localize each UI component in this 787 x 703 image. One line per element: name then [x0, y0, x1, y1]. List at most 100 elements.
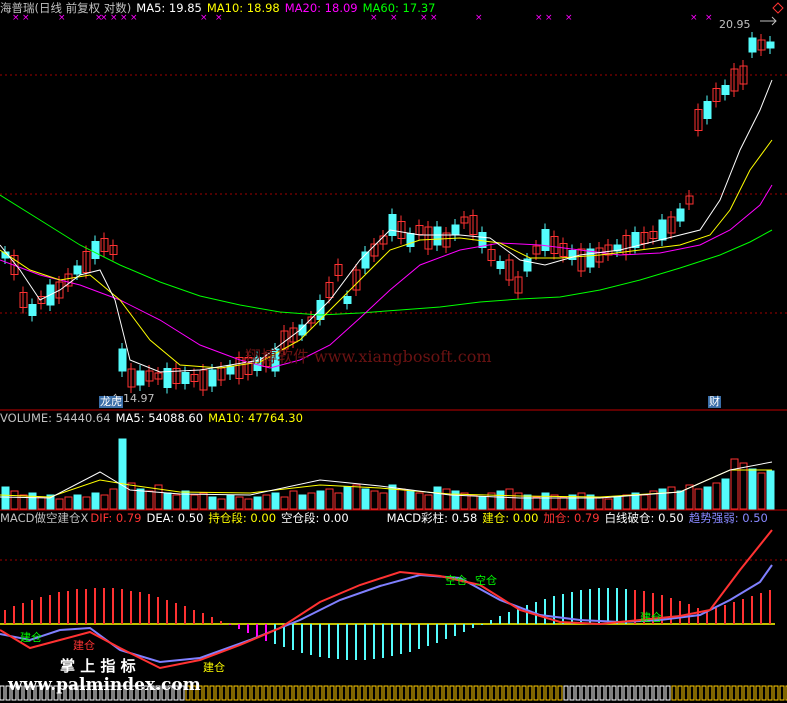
signal-strip-tick: [665, 685, 671, 701]
macd-bar: [400, 624, 402, 654]
watermark-palmindex-url: www.palmindex.com: [8, 675, 201, 695]
candle-body: [541, 229, 550, 251]
signal-strip-tick: [677, 685, 683, 701]
dea-value: DEA: 0.50: [146, 511, 204, 525]
candle-body: [73, 265, 82, 275]
signal-strip-tick: [251, 685, 257, 701]
signal-cross-mark: ×: [475, 13, 483, 23]
macd-bar: [238, 624, 240, 629]
signal-strip-tick: [371, 685, 377, 701]
signal-strip-tick: [203, 685, 209, 701]
macd-label-build-1: 建仓: [20, 631, 42, 644]
volume-bar: [118, 438, 127, 510]
macd-title: MACD做空建仓X: [0, 511, 89, 525]
volume-bar: [127, 482, 136, 510]
macd-bar: [22, 603, 24, 624]
macd-label-build-2: 建仓: [73, 639, 95, 652]
volume-bar: [1, 486, 10, 510]
volume-bar: [442, 488, 451, 510]
volume-bar: [712, 482, 721, 510]
signal-strip-tick: [737, 685, 743, 701]
volume-bar: [433, 486, 442, 510]
volume-bar: [721, 478, 730, 510]
candle-body: [118, 348, 127, 372]
signal-cross-mark: ×: [705, 13, 713, 23]
signal-strip-tick: [215, 685, 221, 701]
signal-strip-tick: [317, 685, 323, 701]
macd-bar: [355, 624, 357, 660]
signal-strip-tick: [551, 685, 557, 701]
ma20-line: [0, 184, 773, 369]
stock-title: 海普瑞(日线 前复权 对数): [0, 1, 132, 15]
candle-body: [28, 304, 37, 316]
volume-bar: [64, 496, 73, 510]
macd-bar: [301, 624, 303, 653]
volume-bar: [361, 488, 370, 510]
macd-bar: [76, 589, 78, 624]
macd-bar: [580, 590, 582, 624]
candle-body: [748, 37, 757, 53]
signal-strip-tick: [611, 685, 617, 701]
signal-strip-tick: [533, 685, 539, 701]
signal-strip-tick: [467, 685, 473, 701]
high-price-arrow: [760, 16, 777, 26]
macd-bar: [607, 588, 609, 624]
macd-bar: [319, 624, 321, 657]
volume-bar: [334, 492, 343, 510]
macd-bar: [292, 624, 294, 650]
signal-strip-tick: [617, 685, 623, 701]
volume-bar: [352, 484, 361, 510]
diamond-mark: [772, 2, 784, 14]
macd-bar: [85, 589, 87, 624]
macd-bar: [544, 599, 546, 624]
volume-header: VOLUME: 54440.64 MA5: 54088.60 MA10: 47764…: [0, 411, 308, 425]
signal-strip-tick: [389, 685, 395, 701]
volume-bar: [523, 494, 532, 510]
signal-strip-tick: [755, 685, 761, 701]
macd-bar: [625, 589, 627, 624]
signal-strip-tick: [647, 685, 653, 701]
signal-strip-tick: [539, 685, 545, 701]
macd-bar: [751, 596, 753, 624]
signal-strip-tick: [629, 685, 635, 701]
signal-strip-tick: [281, 685, 287, 701]
macd-bar: [733, 602, 735, 624]
signal-strip-tick: [623, 685, 629, 701]
whiteline-value: 白线破仓: 0.50: [604, 511, 684, 525]
signal-strip-tick: [335, 685, 341, 701]
signal-strip-tick: [329, 685, 335, 701]
volume-bar: [235, 496, 244, 510]
macd-bar: [634, 590, 636, 624]
signal-strip-tick: [701, 685, 707, 701]
volume-bar: [379, 492, 388, 510]
candle-body: [766, 41, 775, 49]
volume-bar: [226, 494, 235, 510]
macd-bar: [220, 621, 222, 624]
finance-tag[interactable]: 财: [708, 396, 721, 408]
volume-bar: [10, 490, 19, 510]
signal-strip-tick: [437, 685, 443, 701]
dif-value: DIF: 0.79: [90, 511, 142, 525]
signal-strip-tick: [401, 685, 407, 701]
volume-bar: [658, 488, 667, 510]
watermark-palmindex-cn: 掌 上 指 标: [60, 657, 136, 675]
volume-bar: [676, 490, 685, 510]
macd-bar: [175, 603, 177, 624]
volume-bar: [613, 496, 622, 510]
volume-bar: [415, 492, 424, 510]
volume-bar: [550, 494, 559, 510]
volume-bar: [244, 498, 253, 510]
volume-bar: [604, 498, 613, 510]
signal-strip-tick: [563, 685, 569, 701]
macd-bar: [256, 624, 258, 637]
volume-bar: [541, 492, 550, 510]
signal-strip-tick: [659, 685, 665, 701]
ma60-value: MA60: 17.37: [362, 1, 436, 15]
candle-body: [406, 233, 415, 247]
candle-body: [343, 296, 352, 304]
macd-bar: [139, 592, 141, 624]
candlesticks: [1, 32, 775, 396]
macd-bar: [445, 624, 447, 639]
signal-strip-tick: [275, 685, 281, 701]
longhu-tag[interactable]: 龙虎: [99, 396, 123, 408]
